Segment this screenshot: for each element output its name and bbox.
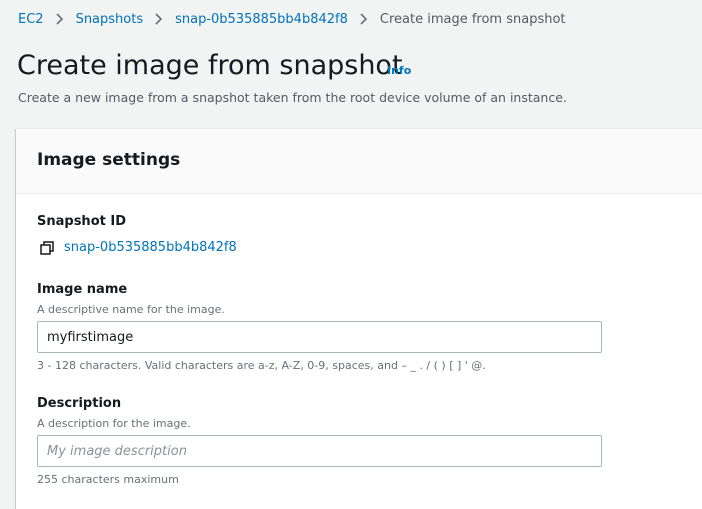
chevron-right-icon — [55, 13, 63, 25]
breadcrumb-snapshot-id[interactable]: snap-0b535885bb4b842f8 — [175, 12, 348, 27]
image-name-label: Image name — [37, 282, 128, 297]
breadcrumb-snapshots[interactable]: Snapshots — [76, 12, 144, 27]
snapshot-id-label: Snapshot ID — [37, 214, 126, 229]
info-link[interactable]: Info — [387, 64, 411, 77]
image-name-description: A descriptive name for the image. — [37, 303, 225, 316]
page-subtitle: Create a new image from a snapshot taken… — [18, 90, 567, 105]
chevron-right-icon — [155, 13, 163, 25]
description-constraint: 255 characters maximum — [37, 473, 179, 486]
description-label: Description — [37, 396, 122, 411]
panel-title: Image settings — [37, 150, 181, 170]
chevron-right-icon — [360, 13, 367, 25]
image-name-input[interactable] — [37, 321, 602, 353]
breadcrumb: EC2 Snapshots snap-0b535885bb4b842f8 Cre… — [18, 10, 566, 28]
breadcrumb-ec2[interactable]: EC2 — [18, 12, 44, 27]
panel-header: Image settings — [16, 129, 702, 194]
page-title: Create image from snapshot — [17, 50, 403, 81]
snapshot-id-row: snap-0b535885bb4b842f8 — [40, 240, 237, 255]
description-input[interactable] — [37, 435, 602, 467]
breadcrumb-current: Create image from snapshot — [379, 11, 566, 27]
copy-icon[interactable] — [40, 240, 54, 255]
snapshot-id-link[interactable]: snap-0b535885bb4b842f8 — [64, 240, 237, 255]
description-help: A description for the image. — [37, 417, 191, 430]
image-name-constraint: 3 - 128 characters. Valid characters are… — [37, 359, 486, 372]
